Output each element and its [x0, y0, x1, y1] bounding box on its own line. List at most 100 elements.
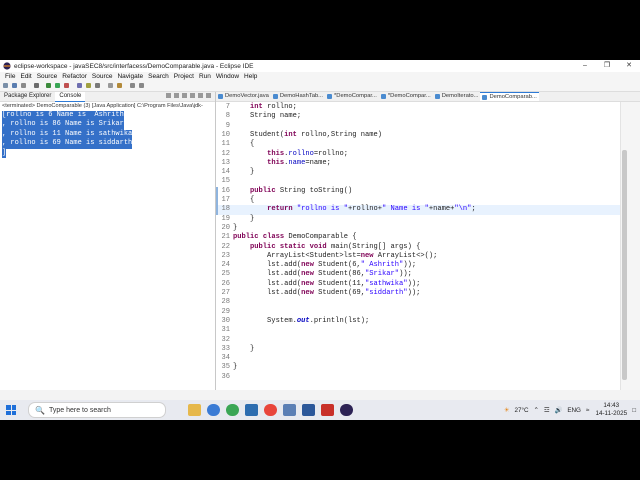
- code-line[interactable]: 12 this.rollno=rollno;: [216, 150, 621, 159]
- code-line[interactable]: 25 lst.add(new Student(86,"Srikar"));: [216, 270, 621, 279]
- wifi-icon[interactable]: ≈: [586, 407, 589, 414]
- menu-refactor[interactable]: Refactor: [62, 73, 87, 80]
- menu-edit[interactable]: Edit: [20, 73, 31, 80]
- tray-chevron-icon[interactable]: ⌃: [534, 407, 539, 414]
- minimize-view-icon[interactable]: [206, 93, 211, 98]
- language-indicator[interactable]: ENG: [567, 407, 581, 414]
- open-console-icon[interactable]: [190, 93, 195, 98]
- code-line[interactable]: 15: [216, 177, 621, 186]
- code-editor[interactable]: 7 int rollno; 8 String name; 9 10 Student(i…: [216, 102, 621, 390]
- code-line[interactable]: 13 this.name=name;: [216, 159, 621, 168]
- menu-help[interactable]: Help: [244, 73, 257, 80]
- forward-icon[interactable]: [139, 83, 144, 88]
- editor-tab[interactable]: DemoHashTab...: [271, 92, 325, 101]
- code-line[interactable]: 29: [216, 308, 621, 317]
- external-tools-icon[interactable]: [64, 83, 69, 88]
- code-line[interactable]: 14 }: [216, 168, 621, 177]
- tab-console[interactable]: Console: [55, 91, 86, 102]
- tab-package-explorer[interactable]: Package Explorer: [0, 92, 55, 101]
- dev-app-icon[interactable]: [245, 404, 258, 416]
- search-placeholder: Type here to search: [48, 406, 111, 414]
- code-line[interactable]: 17 {: [216, 196, 621, 205]
- new-icon[interactable]: [3, 83, 8, 88]
- menu-file[interactable]: File: [5, 73, 15, 80]
- editor-tab[interactable]: DemoVector.java: [216, 92, 271, 101]
- code-line[interactable]: 23 ArrayList<Student>lst=new ArrayList<>…: [216, 252, 621, 261]
- scrollbar-thumb[interactable]: [622, 150, 627, 380]
- code-line[interactable]: 27 lst.add(new Student(69,"siddarth"));: [216, 289, 621, 298]
- minimize-button[interactable]: –: [574, 60, 596, 72]
- network-icon[interactable]: ☲: [544, 407, 550, 414]
- windows-start-icon[interactable]: [6, 405, 16, 415]
- open-type-icon[interactable]: [86, 83, 91, 88]
- code-line[interactable]: 22 public static void main(String[] args…: [216, 243, 621, 252]
- code-line[interactable]: 26 lst.add(new Student(11,"sathwika"));: [216, 280, 621, 289]
- menu-run[interactable]: Run: [199, 73, 211, 80]
- menu-project[interactable]: Project: [174, 73, 194, 80]
- editor-tab[interactable]: DemoIterato...: [433, 92, 481, 101]
- code-line[interactable]: 10 Student(int rollno,String name): [216, 131, 621, 140]
- save-all-icon[interactable]: [21, 83, 26, 88]
- clear-console-icon[interactable]: [166, 93, 171, 98]
- print-icon[interactable]: [34, 83, 39, 88]
- acrobat-icon[interactable]: [321, 404, 334, 416]
- run-icon[interactable]: [55, 83, 60, 88]
- editor-tab[interactable]: *DemoCompar...: [379, 92, 433, 101]
- annotation-icon[interactable]: [117, 83, 122, 88]
- volume-icon[interactable]: 🔊: [554, 406, 562, 414]
- weather-temp[interactable]: 27°C: [514, 407, 528, 414]
- code-line[interactable]: 19 }: [216, 215, 621, 224]
- debug-icon[interactable]: [46, 83, 51, 88]
- new-java-class-icon[interactable]: [77, 83, 82, 88]
- pin-console-icon[interactable]: [182, 93, 187, 98]
- view-menu-icon[interactable]: [198, 93, 203, 98]
- file-explorer-icon[interactable]: [188, 404, 201, 416]
- code-line[interactable]: 8 String name;: [216, 112, 621, 121]
- scroll-lock-icon[interactable]: [174, 93, 179, 98]
- code-line[interactable]: 36: [216, 373, 621, 382]
- menu-source-2[interactable]: Source: [92, 73, 113, 80]
- save-icon[interactable]: [12, 83, 17, 88]
- toggle-mark-icon[interactable]: [108, 83, 113, 88]
- menu-navigate[interactable]: Navigate: [117, 73, 143, 80]
- notifications-icon[interactable]: □: [632, 407, 636, 414]
- window-title: eclipse-workspace - javaSEC8/src/interfa…: [14, 62, 254, 70]
- code-line[interactable]: 33 }: [216, 345, 621, 354]
- chrome-icon[interactable]: [264, 404, 277, 416]
- menu-window[interactable]: Window: [216, 73, 239, 80]
- search-tool-icon[interactable]: [95, 83, 100, 88]
- edge-icon[interactable]: [226, 404, 239, 416]
- code-line[interactable]: 21 public class DemoComparable {: [216, 233, 621, 242]
- menu-search[interactable]: Search: [148, 73, 169, 80]
- console-output[interactable]: [rollno is 6 Name is Ashrith , rollno is…: [0, 111, 215, 158]
- close-button[interactable]: ✕: [618, 60, 640, 72]
- clock[interactable]: 14:43 14-11-2025: [595, 402, 627, 418]
- editor-tab-active[interactable]: DemoComparab...: [480, 92, 539, 101]
- code-line[interactable]: 34: [216, 354, 621, 363]
- code-line[interactable]: 7 int rollno;: [216, 103, 621, 112]
- copilot-icon[interactable]: [207, 404, 220, 416]
- editor-scrollbar[interactable]: [620, 102, 629, 390]
- menu-source[interactable]: Source: [37, 73, 58, 80]
- taskbar-search[interactable]: 🔍 Type here to search: [28, 402, 166, 418]
- word-icon[interactable]: [302, 404, 315, 416]
- maximize-button[interactable]: ❐: [596, 60, 618, 72]
- code-line[interactable]: 20}: [216, 224, 621, 233]
- people-icon[interactable]: [283, 404, 296, 416]
- code-line[interactable]: 28: [216, 298, 621, 307]
- code-line[interactable]: 31: [216, 326, 621, 335]
- code-line[interactable]: 9: [216, 122, 621, 131]
- code-line[interactable]: 35}: [216, 363, 621, 372]
- code-token: lst.add(: [233, 289, 302, 297]
- back-icon[interactable]: [130, 83, 135, 88]
- editor-tab[interactable]: *DemoCompar...: [325, 92, 379, 101]
- code-line[interactable]: 16 public String toString(): [216, 187, 621, 196]
- code-line[interactable]: 11 {: [216, 140, 621, 149]
- code-line[interactable]: 24 lst.add(new Student(6," Ashrith"));: [216, 261, 621, 270]
- weather-icon[interactable]: ☀: [504, 407, 510, 414]
- eclipse-taskbar-icon[interactable]: [340, 404, 353, 416]
- code-line[interactable]: 32: [216, 336, 621, 345]
- code-line[interactable]: 30 System.out.println(lst);: [216, 317, 621, 326]
- code-line[interactable]: 18 return "rollno is "+rollno+" Name is …: [216, 205, 621, 215]
